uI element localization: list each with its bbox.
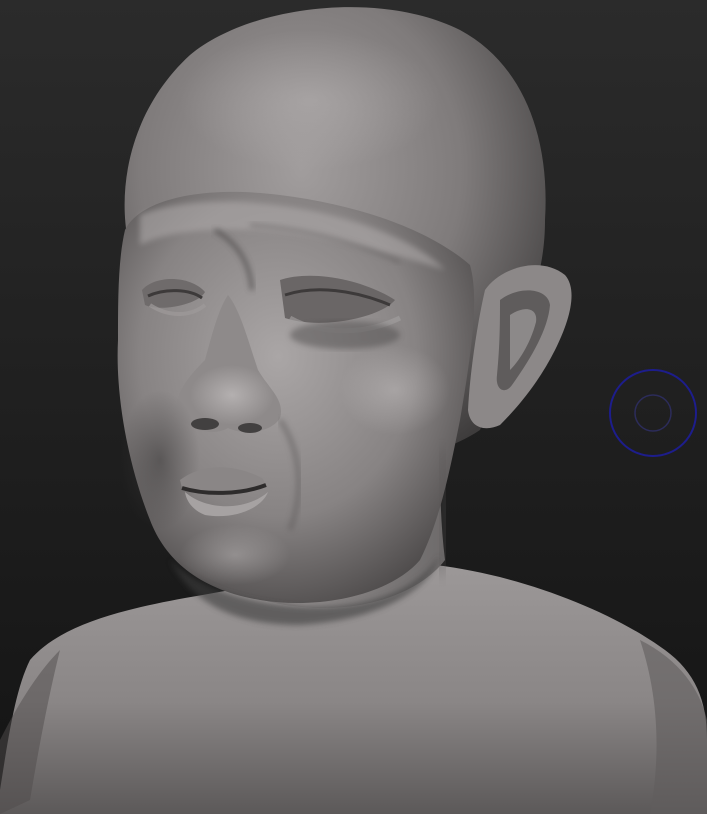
- chin-highlight: [180, 525, 290, 585]
- neck-shadow: [436, 449, 449, 576]
- sculpt-canvas[interactable]: [0, 0, 707, 814]
- sculpt-viewport[interactable]: [0, 0, 707, 814]
- brush-inner-ring: [634, 394, 672, 432]
- nostril-right: [238, 423, 262, 433]
- brush-cursor-icon[interactable]: [608, 368, 698, 458]
- cheek-left-shadow: [120, 390, 200, 530]
- brush-outer-ring: [609, 369, 697, 457]
- cranium-highlight: [180, 30, 440, 170]
- nose-highlight: [190, 365, 274, 425]
- cheek-right-highlight: [340, 345, 450, 435]
- eye-right-undereye: [290, 321, 400, 349]
